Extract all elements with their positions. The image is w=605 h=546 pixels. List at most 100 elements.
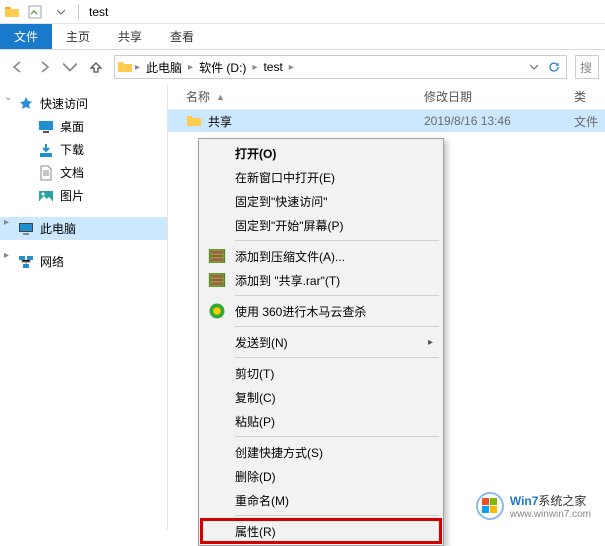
address-bar[interactable]: ▸ 此电脑 ▸ 软件 (D:) ▸ test ▸ xyxy=(114,55,567,79)
column-name[interactable]: 名称 ▲ xyxy=(186,88,424,105)
menu-delete[interactable]: 删除(D) xyxy=(201,464,441,488)
chevron-right-icon[interactable]: ▸ xyxy=(4,250,14,261)
chevron-down-icon[interactable]: ⌄ xyxy=(4,92,14,103)
winrar-icon xyxy=(207,270,227,290)
menu-pin-quick-access[interactable]: 固定到"快速访问" xyxy=(201,189,441,213)
menu-cut[interactable]: 剪切(T) xyxy=(201,361,441,385)
menu-copy[interactable]: 复制(C) xyxy=(201,385,441,409)
chevron-right-icon[interactable]: ▸ xyxy=(188,62,193,73)
menu-label: 固定到"开始"屏幕(P) xyxy=(235,217,344,234)
breadcrumb-root[interactable]: 此电脑 xyxy=(142,59,186,76)
logo-url: www.winwin7.com xyxy=(510,509,591,520)
tab-share[interactable]: 共享 xyxy=(104,24,156,49)
menu-separator xyxy=(235,295,439,296)
sidebar: ⌄ 快速访问 桌面 下载 文档 xyxy=(0,84,168,530)
window-title: test xyxy=(89,5,108,19)
qat-dropdown-icon[interactable] xyxy=(50,2,72,22)
watermark-logo: Win7系统之家 www.winwin7.com xyxy=(468,488,599,524)
address-dropdown-icon[interactable] xyxy=(524,56,544,78)
document-icon xyxy=(38,165,54,181)
logo-suffix: 系统之家 xyxy=(538,494,586,508)
menu-add-to-archive[interactable]: 添加到压缩文件(A)... xyxy=(201,244,441,268)
back-button[interactable] xyxy=(6,55,30,79)
menu-label: 添加到 "共享.rar"(T) xyxy=(235,272,340,289)
column-type[interactable]: 类 xyxy=(574,88,605,105)
sidebar-label: 此电脑 xyxy=(40,220,76,237)
menu-scan-360[interactable]: 使用 360进行木马云查杀 xyxy=(201,299,441,323)
tab-home[interactable]: 主页 xyxy=(52,24,104,49)
360-icon xyxy=(207,301,227,321)
qat-properties-icon[interactable] xyxy=(24,2,46,22)
column-date[interactable]: 修改日期 xyxy=(424,88,574,105)
sidebar-item-desktop[interactable]: 桌面 xyxy=(0,115,167,138)
chevron-right-icon[interactable]: ▸ xyxy=(252,62,257,73)
desktop-icon xyxy=(38,119,54,135)
file-date: 2019/8/16 13:46 xyxy=(424,114,574,128)
breadcrumb-drive[interactable]: 软件 (D:) xyxy=(195,59,250,76)
network-icon xyxy=(18,254,34,270)
menu-add-to-rar[interactable]: 添加到 "共享.rar"(T) xyxy=(201,268,441,292)
chevron-right-icon[interactable]: ▸ xyxy=(289,62,294,73)
sidebar-item-downloads[interactable]: 下载 xyxy=(0,138,167,161)
folder-icon xyxy=(186,113,202,129)
download-icon xyxy=(38,142,54,158)
menu-paste[interactable]: 粘贴(P) xyxy=(201,409,441,433)
menu-open-new-window[interactable]: 在新窗口中打开(E) xyxy=(201,165,441,189)
windows-flag-icon xyxy=(476,492,504,520)
folder-icon xyxy=(117,59,133,75)
title-bar: test xyxy=(0,0,605,24)
column-headers: 名称 ▲ 修改日期 类 xyxy=(168,84,605,110)
sidebar-item-pictures[interactable]: 图片 xyxy=(0,184,167,207)
file-row[interactable]: 共享 2019/8/16 13:46 文件 xyxy=(168,110,605,132)
menu-label: 创建快捷方式(S) xyxy=(235,444,323,461)
sidebar-label: 文档 xyxy=(60,164,84,181)
sidebar-item-quick-access[interactable]: 快速访问 xyxy=(0,92,167,115)
folder-icon xyxy=(4,4,20,20)
file-type: 文件 xyxy=(574,113,605,130)
pc-icon xyxy=(18,221,34,237)
tab-file[interactable]: 文件 xyxy=(0,24,52,49)
sidebar-label: 网络 xyxy=(40,253,64,270)
logo-brand: Win7 xyxy=(510,494,539,508)
sidebar-label: 下载 xyxy=(60,141,84,158)
separator xyxy=(78,4,79,20)
sidebar-label: 图片 xyxy=(60,187,84,204)
chevron-right-icon[interactable]: ▸ xyxy=(135,62,140,73)
up-button[interactable] xyxy=(84,55,108,79)
menu-rename[interactable]: 重命名(M) xyxy=(201,488,441,512)
menu-label: 固定到"快速访问" xyxy=(235,193,328,210)
menu-label: 删除(D) xyxy=(235,468,276,485)
forward-button[interactable] xyxy=(32,55,56,79)
menu-create-shortcut[interactable]: 创建快捷方式(S) xyxy=(201,440,441,464)
menu-open[interactable]: 打开(O) xyxy=(201,141,441,165)
menu-label: 发送到(N) xyxy=(235,334,288,351)
menu-label: 重命名(M) xyxy=(235,492,289,509)
search-input[interactable]: 搜 xyxy=(575,55,599,79)
refresh-icon[interactable] xyxy=(544,56,564,78)
sidebar-item-network[interactable]: 网络 xyxy=(0,250,167,273)
sort-asc-icon: ▲ xyxy=(216,92,225,102)
menu-label: 添加到压缩文件(A)... xyxy=(235,248,345,265)
menu-pin-start[interactable]: 固定到"开始"屏幕(P) xyxy=(201,213,441,237)
menu-label: 在新窗口中打开(E) xyxy=(235,169,335,186)
winrar-icon xyxy=(207,246,227,266)
star-icon xyxy=(18,96,34,112)
menu-label: 复制(C) xyxy=(235,389,276,406)
sidebar-item-this-pc[interactable]: 此电脑 xyxy=(0,217,167,240)
sidebar-item-documents[interactable]: 文档 xyxy=(0,161,167,184)
nav-row: ▸ 此电脑 ▸ 软件 (D:) ▸ test ▸ 搜 xyxy=(0,50,605,84)
recent-dropdown[interactable] xyxy=(58,55,82,79)
ribbon-tabs: 文件 主页 共享 查看 xyxy=(0,24,605,50)
menu-separator xyxy=(235,326,439,327)
sidebar-label: 快速访问 xyxy=(40,95,88,112)
menu-label: 粘贴(P) xyxy=(235,413,275,430)
breadcrumb-folder[interactable]: test xyxy=(259,60,286,74)
file-name: 共享 xyxy=(208,113,232,130)
chevron-right-icon[interactable]: ▸ xyxy=(4,217,14,228)
menu-label: 属性(R) xyxy=(235,523,276,540)
watermark-text: Win7系统之家 www.winwin7.com xyxy=(510,492,591,520)
menu-label: 使用 360进行木马云查杀 xyxy=(235,303,366,320)
menu-send-to[interactable]: 发送到(N) ▸ xyxy=(201,330,441,354)
tab-view[interactable]: 查看 xyxy=(156,24,208,49)
menu-properties[interactable]: 属性(R) xyxy=(201,519,441,543)
